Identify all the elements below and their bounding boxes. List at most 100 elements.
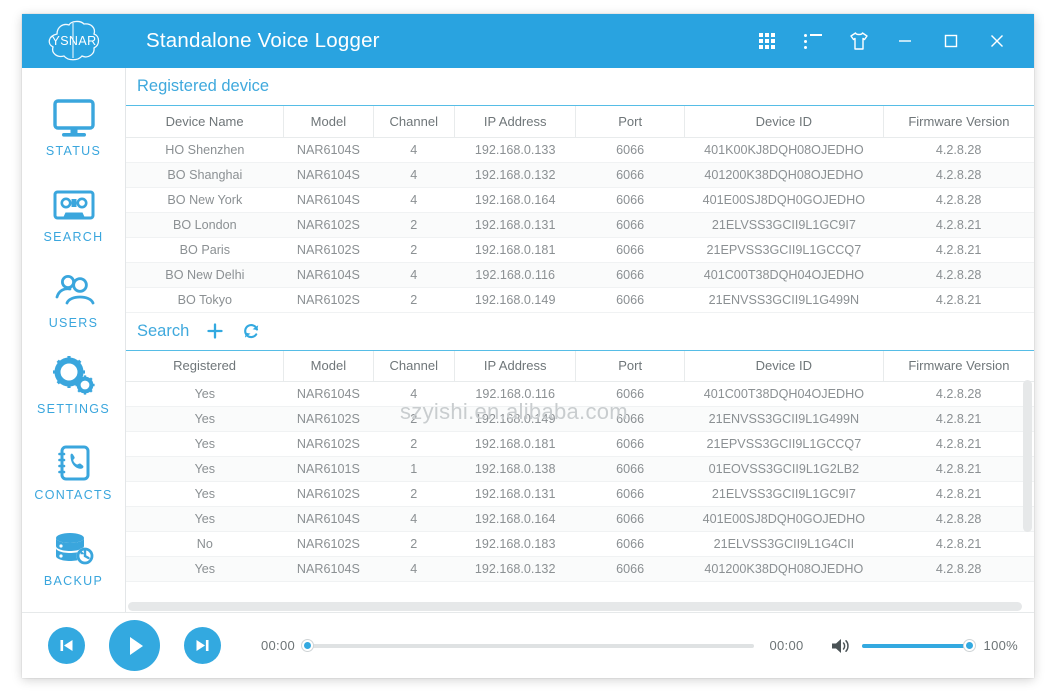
table-row[interactable]: YesNAR6102S2192.168.0.131606621ELVSS3GCI… bbox=[126, 482, 1034, 507]
table-row[interactable]: YesNAR6101S1192.168.0.138606601EOVSS3GCI… bbox=[126, 457, 1034, 482]
table-row[interactable]: BO ShanghaiNAR6104S4192.168.0.1326066401… bbox=[126, 162, 1034, 187]
column-header[interactable]: Firmware Version bbox=[883, 351, 1034, 382]
table-cell: Yes bbox=[126, 457, 284, 482]
add-device-button[interactable] bbox=[205, 321, 225, 341]
sidebar-item-label: STATUS bbox=[46, 144, 101, 158]
table-cell: 4.2.8.28 bbox=[883, 262, 1034, 287]
table-row[interactable]: NoNAR6102S2192.168.0.183606621ELVSS3GCII… bbox=[126, 532, 1034, 557]
sidebar-item-contacts[interactable]: CONTACTS bbox=[22, 428, 125, 514]
table-row[interactable]: YesNAR6104S4192.168.0.1326066401200K38DQ… bbox=[126, 557, 1034, 582]
table-cell: NAR6104S bbox=[284, 187, 373, 212]
column-header[interactable]: Channel bbox=[373, 106, 454, 137]
table-cell: 4.2.8.21 bbox=[883, 212, 1034, 237]
table-cell: 192.168.0.131 bbox=[454, 482, 576, 507]
previous-button[interactable] bbox=[48, 627, 85, 664]
table-cell: NAR6102S bbox=[284, 237, 373, 262]
sidebar-item-search[interactable]: SEARCH bbox=[22, 170, 125, 256]
table-cell: 6066 bbox=[576, 187, 684, 212]
table-cell: NAR6101S bbox=[284, 457, 373, 482]
volume-button[interactable] bbox=[830, 636, 852, 656]
minimize-button[interactable] bbox=[882, 21, 928, 61]
sidebar-item-backup[interactable]: BACKUP bbox=[22, 514, 125, 600]
table-cell: 21ENVSS3GCII9L1G499N bbox=[684, 407, 883, 432]
table-cell: Yes bbox=[126, 382, 284, 407]
table-cell: 401C00T38DQH04OJEDHO bbox=[684, 262, 883, 287]
volume-slider[interactable] bbox=[862, 644, 970, 648]
skip-next-icon bbox=[193, 636, 212, 655]
search-table-scroll[interactable]: RegisteredModelChannelIP AddressPortDevi… bbox=[126, 351, 1034, 613]
table-cell: 192.168.0.131 bbox=[454, 212, 576, 237]
table-cell: NAR6102S bbox=[284, 287, 373, 312]
table-cell: 2 bbox=[373, 432, 454, 457]
table-cell: 401K00KJ8DQH08OJEDHO bbox=[684, 137, 883, 162]
column-header[interactable]: Channel bbox=[373, 351, 454, 382]
column-header[interactable]: Port bbox=[576, 351, 684, 382]
table-cell: 192.168.0.133 bbox=[454, 137, 576, 162]
table-cell: 4.2.8.28 bbox=[883, 382, 1034, 407]
table-row[interactable]: YesNAR6102S2192.168.0.149606621ENVSS3GCI… bbox=[126, 407, 1034, 432]
cassette-tape-icon bbox=[50, 183, 98, 227]
table-row[interactable]: BO New DelhiNAR6104S4192.168.0.116606640… bbox=[126, 262, 1034, 287]
registered-device-table-wrap: Device NameModelChannelIP AddressPortDev… bbox=[126, 106, 1034, 313]
table-row[interactable]: BO ParisNAR6102S2192.168.0.181606621EPVS… bbox=[126, 237, 1034, 262]
column-header[interactable]: Model bbox=[284, 106, 373, 137]
list-icon bbox=[804, 34, 822, 48]
column-header[interactable]: Port bbox=[576, 106, 684, 137]
table-cell: 401200K38DQH08OJEDHO bbox=[684, 557, 883, 582]
database-refresh-icon bbox=[50, 527, 98, 571]
table-cell: NAR6102S bbox=[284, 482, 373, 507]
table-cell: 192.168.0.138 bbox=[454, 457, 576, 482]
table-row[interactable]: YesNAR6104S4192.168.0.1646066401E00SJ8DQ… bbox=[126, 507, 1034, 532]
table-cell: Yes bbox=[126, 482, 284, 507]
volume-knob[interactable] bbox=[963, 639, 976, 652]
column-header[interactable]: Device ID bbox=[684, 106, 883, 137]
progress-knob[interactable] bbox=[301, 639, 314, 652]
refresh-button[interactable] bbox=[241, 321, 261, 341]
next-button[interactable] bbox=[184, 627, 221, 664]
column-header[interactable]: Model bbox=[284, 351, 373, 382]
table-row[interactable]: YesNAR6102S2192.168.0.181606621EPVSS3GCI… bbox=[126, 432, 1034, 457]
list-view-button[interactable] bbox=[790, 21, 836, 61]
tshirt-icon bbox=[848, 31, 870, 51]
skip-previous-icon bbox=[57, 636, 76, 655]
grid-icon bbox=[759, 33, 775, 49]
play-button[interactable] bbox=[109, 620, 160, 671]
table-cell: 2 bbox=[373, 532, 454, 557]
horizontal-scrollbar[interactable] bbox=[128, 602, 1022, 611]
sidebar-item-status[interactable]: STATUS bbox=[22, 84, 125, 170]
body-area: STATUS SEARCH bbox=[22, 68, 1034, 612]
progress-slider[interactable] bbox=[307, 644, 753, 648]
table-row[interactable]: BO LondonNAR6102S2192.168.0.131606621ELV… bbox=[126, 212, 1034, 237]
panel-title: Registered device bbox=[137, 77, 269, 96]
table-row[interactable]: BO TokyoNAR6102S2192.168.0.149606621ENVS… bbox=[126, 287, 1034, 312]
vertical-scrollbar[interactable] bbox=[1023, 380, 1032, 532]
column-header[interactable]: IP Address bbox=[454, 351, 576, 382]
table-cell: NAR6102S bbox=[284, 407, 373, 432]
table-cell: 4 bbox=[373, 262, 454, 287]
grid-view-button[interactable] bbox=[744, 21, 790, 61]
sidebar-item-users[interactable]: USERS bbox=[22, 256, 125, 342]
table-row[interactable]: YesNAR6104S4192.168.0.1166066401C00T38DQ… bbox=[126, 382, 1034, 407]
minimize-icon bbox=[896, 32, 914, 50]
column-header[interactable]: Registered bbox=[126, 351, 284, 382]
table-row[interactable]: HO ShenzhenNAR6104S4192.168.0.1336066401… bbox=[126, 137, 1034, 162]
window-title: Standalone Voice Logger bbox=[146, 29, 380, 53]
table-cell: 4 bbox=[373, 137, 454, 162]
table-cell: 4 bbox=[373, 507, 454, 532]
table-cell: 21ELVSS3GCII9L1G4CII bbox=[684, 532, 883, 557]
sidebar-item-label: BACKUP bbox=[44, 574, 103, 588]
column-header[interactable]: Device Name bbox=[126, 106, 284, 137]
maximize-button[interactable] bbox=[928, 21, 974, 61]
column-header[interactable]: Firmware Version bbox=[883, 106, 1034, 137]
table-cell: 4.2.8.21 bbox=[883, 482, 1034, 507]
table-cell: NAR6104S bbox=[284, 382, 373, 407]
column-header[interactable]: IP Address bbox=[454, 106, 576, 137]
sidebar-item-settings[interactable]: SETTINGS bbox=[22, 342, 125, 428]
registered-device-panel: Registered device Device NameModelChanne… bbox=[126, 68, 1034, 313]
table-row[interactable]: BO New YorkNAR6104S4192.168.0.1646066401… bbox=[126, 187, 1034, 212]
table-cell: 401200K38DQH08OJEDHO bbox=[684, 162, 883, 187]
skin-button[interactable] bbox=[836, 21, 882, 61]
column-header[interactable]: Device ID bbox=[684, 351, 883, 382]
table-cell: 6066 bbox=[576, 382, 684, 407]
close-button[interactable] bbox=[974, 21, 1020, 61]
